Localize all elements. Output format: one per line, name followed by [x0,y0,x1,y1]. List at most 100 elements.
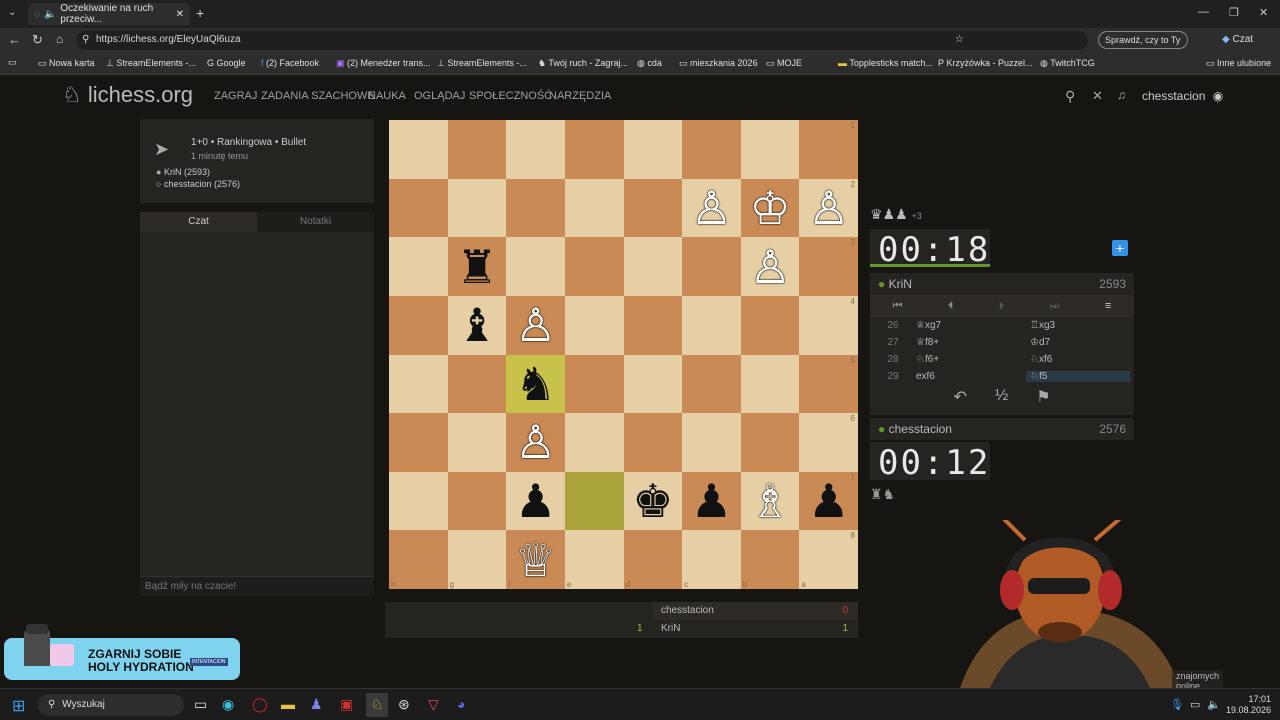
bookmark-item[interactable]: ▣ (2) Menedżer trans... [336,58,431,69]
board-square[interactable]: ♟ [682,471,741,531]
reload-icon[interactable]: ↻ [32,32,43,48]
black-move[interactable]: ♘xf6 [1026,354,1130,365]
board-square[interactable]: h [389,530,448,589]
board-square[interactable]: 6 [799,413,858,472]
board-square[interactable] [740,295,800,355]
white-piece[interactable]: ♙ [506,296,565,355]
board-square[interactable]: 5 [799,354,858,414]
search-icon[interactable]: ⚲ [1065,88,1075,105]
board-square[interactable]: ♝ [447,295,507,355]
chat-input[interactable] [140,576,374,596]
bell-icon[interactable]: ♫ [1117,88,1126,102]
home-icon[interactable]: ⌂ [56,32,63,46]
board-square[interactable] [389,354,448,414]
board-square[interactable] [623,178,683,238]
challenge-icon[interactable]: ✕ [1092,88,1103,104]
task-view-icon[interactable]: ▭ [194,696,207,713]
lichess-app-icon[interactable]: ♘ [366,693,388,717]
next-move-icon[interactable]: ⏵ [999,300,1005,313]
board-square[interactable]: g [447,530,507,589]
white-piece[interactable]: ♗ [741,472,800,531]
board-square[interactable]: ♙ [506,295,565,355]
board-square[interactable]: ♙ 2 [799,178,858,238]
bookmark-item[interactable]: ⊥ StreamElements -... [106,58,196,69]
white-piece[interactable]: ♙ [506,413,565,472]
board-square[interactable]: ♟ [506,471,565,531]
board-square[interactable] [447,178,507,238]
teams-icon[interactable]: ♟ [310,696,323,713]
board-square[interactable] [623,413,683,472]
taskbar-search[interactable]: ⚲ Wyszukaj [38,694,184,716]
board-square[interactable]: 4 [799,295,858,355]
board-square[interactable]: ♔ [740,178,800,238]
board-square[interactable] [447,120,507,179]
bookmark-item[interactable]: ▭ mieszkania 2026 [679,58,758,69]
white-piece[interactable]: ♔ [741,179,800,238]
board-square[interactable]: ♙ [506,413,565,472]
url-field[interactable]: ⚲ https://lichess.org/EleyUaQl6uza ☆ [76,31,1088,50]
white-piece[interactable]: ♙ [741,237,800,296]
board-square[interactable] [447,413,507,472]
white-piece[interactable]: ♙ [799,179,858,238]
board-square[interactable]: ♞ [506,354,565,414]
board-square[interactable] [506,237,565,296]
board-square[interactable]: e [564,530,624,589]
white-move[interactable]: ♕xg7 [916,320,1026,331]
minimize-icon[interactable]: — [1198,6,1209,18]
bookmark-item[interactable]: ▭ MOJE [766,58,802,69]
board-square[interactable]: b [740,530,800,589]
board-square[interactable] [682,295,741,355]
takeback-icon[interactable]: ↶ [953,387,966,407]
board-square[interactable] [740,413,800,472]
taskbar-clock[interactable]: 17:01 19.08.2026 [1226,694,1271,716]
bookmark-item[interactable]: ▬ Topplesticks match... [838,58,933,68]
discord-icon[interactable]: ◕ [457,696,465,712]
board-square[interactable]: 3 [799,237,858,296]
board-square[interactable] [389,237,448,296]
user-menu[interactable]: chesstacion ◉ [1142,89,1223,103]
black-piece[interactable]: ♝ [448,296,507,355]
reading-list-icon[interactable]: ▭ [8,57,17,68]
windows-start-icon[interactable]: ⊞ [12,696,25,716]
board-square[interactable]: 8a [799,530,858,589]
black-piece[interactable]: ♞ [506,355,565,414]
black-piece[interactable]: ♟ [799,472,858,531]
app-icon[interactable]: ⊛ [398,696,410,713]
copilot-button[interactable]: ◆ Czat [1222,34,1253,45]
edge-icon[interactable]: ◉ [222,696,234,713]
close-window-icon[interactable]: ✕ [1259,6,1268,19]
black-move-current[interactable]: ♘f5 [1026,371,1130,382]
other-bookmarks[interactable]: ▭ Inne ulubione [1206,58,1271,69]
black-move[interactable]: ♔d7 [1026,337,1130,348]
white-piece[interactable]: ♙ [682,179,741,238]
board-square[interactable] [682,354,741,414]
my-player-bar[interactable]: ● chesstacion 2576 [870,418,1134,440]
board-square[interactable] [389,413,448,472]
microphone-icon[interactable]: 🎙 [1170,698,1184,711]
board-square[interactable]: ♗ [740,471,800,531]
tab-chat[interactable]: Czat [140,212,257,232]
tab-notes[interactable]: Notatki [257,212,374,232]
black-piece[interactable]: ♟ [506,472,565,531]
board-square[interactable] [389,178,448,238]
board-square[interactable] [389,120,448,179]
board-square[interactable] [682,120,741,179]
board-square[interactable] [564,354,624,414]
black-piece[interactable]: ♟ [682,472,741,531]
board-square[interactable] [682,237,741,296]
board-square[interactable] [447,354,507,414]
board-square[interactable]: ♙ [740,237,800,296]
restore-icon[interactable]: ❐ [1229,6,1239,19]
new-tab-icon[interactable]: + [196,5,204,21]
white-piece[interactable]: ♕ [506,530,565,589]
board-square[interactable] [506,120,565,179]
speaker-icon[interactable]: 🔈 [44,9,56,20]
board-square[interactable] [623,120,683,179]
nav-community[interactable]: SPOŁECZNOŚĆ [469,90,552,102]
black-piece[interactable]: ♜ [448,237,507,296]
board-square[interactable] [564,120,624,179]
board-square[interactable]: c [682,530,741,589]
bookmark-item[interactable]: ⊥ StreamElements -... [437,58,527,69]
draw-offer-icon[interactable]: ½ [995,387,1008,407]
last-move-icon[interactable]: ⏭ [1050,300,1060,313]
